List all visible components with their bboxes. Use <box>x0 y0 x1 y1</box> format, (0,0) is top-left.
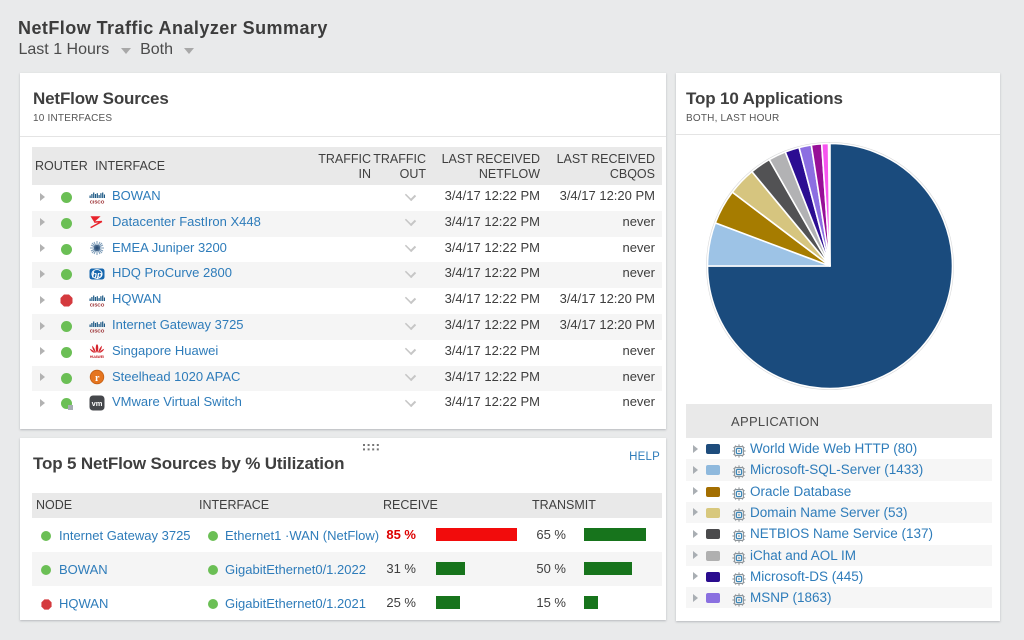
svg-text:vm: vm <box>92 399 103 408</box>
svg-text:CISCO: CISCO <box>90 302 105 307</box>
svg-text:r: r <box>95 373 100 384</box>
svg-text:CISCO: CISCO <box>90 328 105 333</box>
svg-text:HUAWEI: HUAWEI <box>90 355 104 359</box>
svg-text:CISCO: CISCO <box>90 199 105 204</box>
